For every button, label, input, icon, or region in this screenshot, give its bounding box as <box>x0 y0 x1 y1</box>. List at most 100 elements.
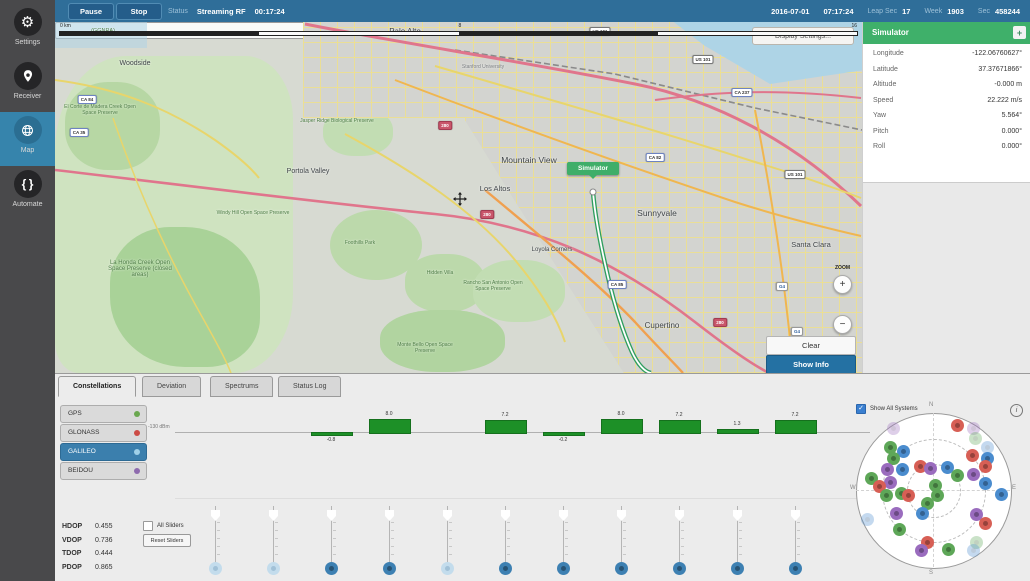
simulator-map-marker[interactable]: Simulator <box>567 162 619 175</box>
slider-handle[interactable] <box>443 510 452 521</box>
satellite-badge <box>789 562 802 575</box>
slider-handle[interactable] <box>327 510 336 521</box>
dop-value: 0.455 <box>95 523 113 530</box>
sim-time: 07:17:24 <box>823 7 853 16</box>
slider-tick <box>449 522 452 523</box>
signal-bar-value: -0.2 <box>559 437 568 443</box>
clear-button[interactable]: Clear <box>766 336 856 355</box>
slider-handle[interactable] <box>617 510 626 521</box>
braces-icon: { } <box>22 178 34 190</box>
map-label: Jasper Ridge Biological Preserve <box>300 118 374 124</box>
slider-tick <box>681 538 684 539</box>
slider-handle[interactable] <box>501 510 510 521</box>
tab-constellations[interactable]: Constellations <box>58 376 136 397</box>
constellation-galileo[interactable]: GALILEO <box>60 443 147 461</box>
satellite-badge <box>267 562 280 575</box>
display-settings-button[interactable]: Display Settings... <box>752 27 854 45</box>
sidebar-item-settings[interactable]: ⚙Settings <box>0 4 55 58</box>
reset-sliders-button[interactable]: Reset Sliders <box>143 534 191 547</box>
show-info-button[interactable]: Show Info <box>766 355 856 373</box>
slider-tick <box>739 546 742 547</box>
dop-row-tdop: TDOP0.444 <box>62 550 113 557</box>
satellite-dot-galileo <box>896 463 909 476</box>
tab-status-log[interactable]: Status Log <box>278 376 341 397</box>
checkbox-box <box>143 521 153 531</box>
zoom-in-button[interactable]: + <box>833 275 852 294</box>
zoom-label: ZOOM <box>835 265 850 271</box>
road-shield: US 101 <box>692 55 713 64</box>
satellite-dot-galileo <box>979 477 992 490</box>
sidebar-item-label: Automate <box>0 201 55 208</box>
slider-handle[interactable] <box>733 510 742 521</box>
all-sliders-label: All Sliders <box>157 523 184 529</box>
dop-label: VDOP <box>62 537 95 544</box>
slider-tick <box>333 522 336 523</box>
slider-tick <box>797 538 800 539</box>
constellation-glonass[interactable]: GLONASS <box>60 424 147 442</box>
telemetry-row: Speed22.222 m/s <box>863 93 1030 109</box>
constellation-name: GLONASS <box>68 429 99 436</box>
slider-tick <box>449 554 452 555</box>
map-label: Foothills Park <box>323 240 397 246</box>
all-sliders-checkbox[interactable]: All Sliders <box>143 521 184 531</box>
slider-tick <box>333 546 336 547</box>
tab-deviation[interactable]: Deviation <box>142 376 201 397</box>
telemetry-label: Yaw <box>873 112 886 119</box>
slider-handle[interactable] <box>269 510 278 521</box>
globe-icon-circle <box>14 116 42 144</box>
slider-handle[interactable] <box>675 510 684 521</box>
satellite-dot-glonass <box>979 517 992 530</box>
slider-tick <box>217 554 220 555</box>
telemetry-label: Roll <box>873 143 885 150</box>
gear-icon: ⚙ <box>21 15 34 30</box>
satellite-dot-beidou <box>915 544 928 557</box>
slider-handle[interactable] <box>791 510 800 521</box>
stop-button[interactable]: Stop <box>116 3 162 20</box>
info-icon[interactable]: i <box>1010 404 1023 417</box>
panel-settings-icon[interactable]: + <box>1013 26 1026 39</box>
week-label: Week <box>924 8 942 15</box>
constellation-beidou[interactable]: BEIDOU <box>60 462 147 480</box>
map-canvas[interactable]: Palo AltoWoodsideStanford UniversityPort… <box>55 22 862 373</box>
road-shield: CA 82 <box>646 153 665 162</box>
slider-tick <box>217 530 220 531</box>
telemetry-value: 0.000° <box>1002 128 1022 135</box>
constellation-gps[interactable]: GPS <box>60 405 147 423</box>
satellite-dot-beidou <box>881 463 894 476</box>
tab-spectrums[interactable]: Spectrums <box>210 376 273 397</box>
map-label: Mountain View <box>501 155 557 165</box>
sidebar-item-map[interactable]: Map <box>0 112 55 166</box>
telemetry-label: Pitch <box>873 128 889 135</box>
slider-tick <box>333 554 336 555</box>
bottom-panel: Constellations Deviation SpectrumsStatus L… <box>55 373 1030 581</box>
satellite-dot-gps <box>969 432 982 445</box>
dop-value: 0.865 <box>95 564 113 571</box>
sidebar-item-receiver[interactable]: Receiver <box>0 58 55 112</box>
slider-handle[interactable] <box>385 510 394 521</box>
satellite-badge <box>557 562 570 575</box>
slider-tick <box>623 554 626 555</box>
slider-tick <box>507 522 510 523</box>
slider-handle[interactable] <box>559 510 568 521</box>
telemetry-value: -122.06760627° <box>972 50 1022 57</box>
zoom-out-button[interactable]: − <box>833 315 852 334</box>
slider-tick <box>797 554 800 555</box>
road-shield: CA 85 <box>608 280 627 289</box>
sim-date: 2016-07-01 <box>771 7 809 16</box>
slider-tick <box>275 546 278 547</box>
signal-bar-value: 8.0 <box>618 411 625 417</box>
telemetry-row: Pitch 0.000° <box>863 124 1030 140</box>
slider-handle[interactable] <box>211 510 220 521</box>
road-shield: 280 <box>713 318 727 327</box>
slider-tick <box>739 554 742 555</box>
show-all-systems-checkbox[interactable]: ✓ Show All Systems <box>856 404 918 414</box>
slider-tick <box>333 538 336 539</box>
satellite-badge <box>383 562 396 575</box>
map-label: Sunnyvale <box>637 208 677 218</box>
pause-button[interactable]: Pause <box>68 3 114 20</box>
sidebar-item-automate[interactable]: { } Automate <box>0 166 55 220</box>
application-window: Palo AltoWoodsideStanford UniversityPort… <box>0 0 1030 581</box>
sidebar-item-label: Map <box>0 147 55 154</box>
satellite-dot-galileo <box>861 513 874 526</box>
gear-icon-circle: ⚙ <box>14 8 42 36</box>
